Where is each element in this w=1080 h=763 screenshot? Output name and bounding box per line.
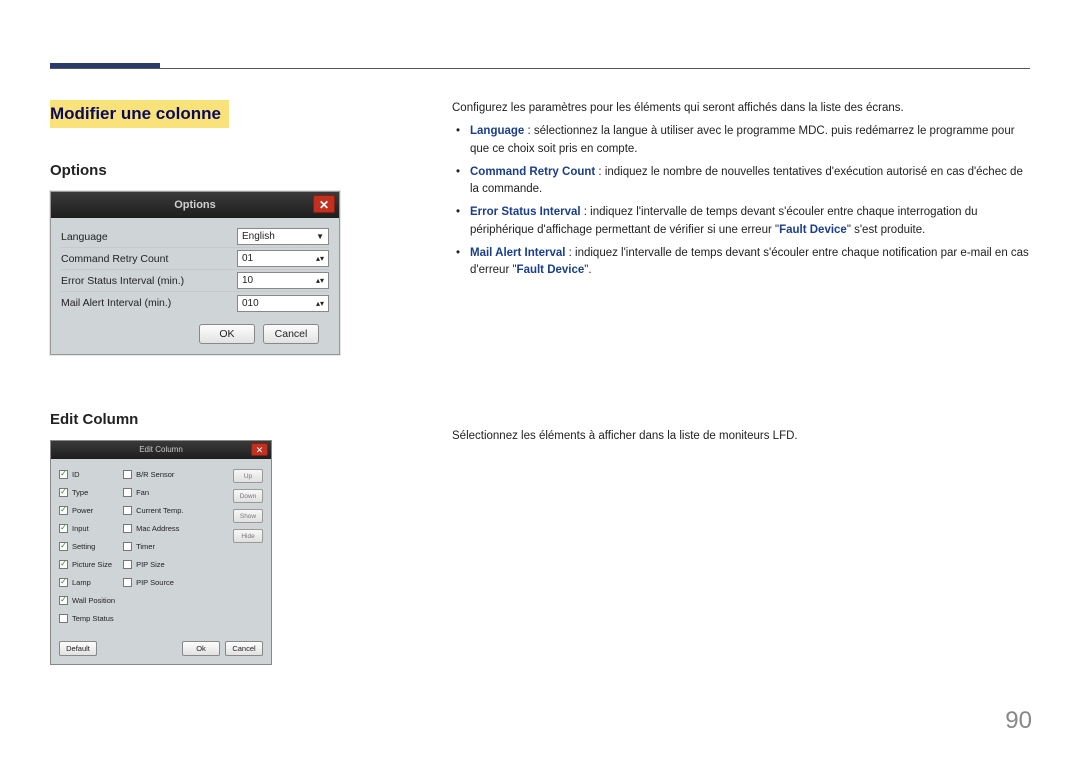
- cancel-button[interactable]: Cancel: [225, 641, 263, 656]
- page-number: 90: [1005, 707, 1032, 735]
- edit-column-titlebar: Edit Column ✕: [51, 441, 271, 459]
- language-label: Language: [61, 231, 108, 243]
- checkbox-item[interactable]: Fan: [123, 485, 183, 499]
- bullet-retry: Command Retry Count : indiquez le nombre…: [470, 164, 1030, 199]
- close-icon[interactable]: ✕: [251, 443, 268, 456]
- checkbox-item[interactable]: B/R Sensor: [123, 467, 183, 481]
- checkbox-icon: [123, 542, 132, 551]
- checkbox-icon: ✓: [59, 470, 68, 479]
- checkbox-icon: ✓: [59, 542, 68, 551]
- checkbox-label: Fan: [136, 488, 149, 497]
- checkbox-item[interactable]: ✓ Power: [59, 503, 115, 517]
- checkbox-column-2: B/R Sensor Fan Current Temp. Mac Address Tim…: [123, 467, 183, 625]
- stepper-icon: ▴▾: [316, 254, 324, 263]
- header-rule: [50, 68, 1030, 69]
- checkbox-icon: [123, 488, 132, 497]
- checkbox-icon: [123, 578, 132, 587]
- options-titlebar: Options ✕: [51, 192, 339, 218]
- checkbox-label: Timer: [136, 542, 155, 551]
- checkbox-item[interactable]: ✓ ID: [59, 467, 115, 481]
- checkbox-icon: ✓: [59, 524, 68, 533]
- checkbox-label: PIP Size: [136, 560, 165, 569]
- show-button[interactable]: Show: [233, 509, 263, 523]
- bullet-error-status: Error Status Interval : indiquez l'inter…: [470, 204, 1030, 239]
- chevron-down-icon: ▼: [316, 232, 324, 241]
- checkbox-label: Temp Status: [72, 614, 114, 623]
- checkbox-icon: [123, 506, 132, 515]
- checkbox-item[interactable]: Current Temp.: [123, 503, 183, 517]
- stepper-icon: ▴▾: [316, 276, 324, 285]
- checkbox-label: ID: [72, 470, 80, 479]
- bullet-language: Language : sélectionnez la langue à util…: [470, 123, 1030, 158]
- options-dialog: Options ✕ Language English ▼ Command Ret…: [50, 191, 340, 355]
- down-button[interactable]: Down: [233, 489, 263, 503]
- checkbox-icon: [123, 470, 132, 479]
- cancel-button[interactable]: Cancel: [263, 324, 319, 344]
- options-body: Language English ▼ Command Retry Count 0…: [51, 218, 339, 354]
- edit-column-body: ✓ ID ✓ Type ✓ Power ✓ Input ✓ Setting ✓ Picture Siz…: [51, 459, 271, 633]
- checkbox-item[interactable]: ✓ Type: [59, 485, 115, 499]
- checkbox-item[interactable]: ✓ Setting: [59, 539, 115, 553]
- retry-stepper[interactable]: 01 ▴▾: [237, 250, 329, 267]
- options-subheading: Options: [50, 162, 380, 179]
- highlighted-heading: Modifier une colonne: [50, 100, 229, 128]
- checkbox-item[interactable]: ✓ Picture Size: [59, 557, 115, 571]
- bullet-mail-alert: Mail Alert Interval : indiquez l'interva…: [470, 245, 1030, 280]
- checkbox-icon: ✓: [59, 578, 68, 587]
- checkbox-label: Current Temp.: [136, 506, 183, 515]
- default-button[interactable]: Default: [59, 641, 97, 656]
- checkbox-item[interactable]: ✓ Wall Position: [59, 593, 115, 607]
- checkbox-item[interactable]: Temp Status: [59, 611, 115, 625]
- right-column: Configurez les paramètres pour les éléme…: [452, 100, 1030, 285]
- checkbox-item[interactable]: ✓ Input: [59, 521, 115, 535]
- language-select[interactable]: English ▼: [237, 228, 329, 245]
- retry-label: Command Retry Count: [61, 253, 168, 265]
- ok-button[interactable]: OK: [199, 324, 255, 344]
- edit-column-dialog: Edit Column ✕ ✓ ID ✓ Type ✓ Power ✓ Input ✓ Setti…: [50, 440, 272, 665]
- checkbox-column-1: ✓ ID ✓ Type ✓ Power ✓ Input ✓ Setting ✓ Picture Siz…: [59, 467, 115, 625]
- checkbox-label: PIP Source: [136, 578, 174, 587]
- up-button[interactable]: Up: [233, 469, 263, 483]
- err-stepper[interactable]: 10 ▴▾: [237, 272, 329, 289]
- edit-column-dialog-title: Edit Column: [139, 445, 183, 454]
- checkbox-item[interactable]: PIP Source: [123, 575, 183, 589]
- checkbox-label: Setting: [72, 542, 95, 551]
- options-dialog-title: Options: [174, 199, 216, 211]
- checkbox-icon: [123, 560, 132, 569]
- checkbox-label: Mac Address: [136, 524, 179, 533]
- mail-label: Mail Alert Interval (min.): [61, 297, 171, 309]
- checkbox-label: Lamp: [72, 578, 91, 587]
- intro-text: Configurez les paramètres pour les éléme…: [452, 100, 1030, 117]
- checkbox-label: Picture Size: [72, 560, 112, 569]
- hide-button[interactable]: Hide: [233, 529, 263, 543]
- ok-button[interactable]: Ok: [182, 641, 220, 656]
- checkbox-item[interactable]: ✓ Lamp: [59, 575, 115, 589]
- checkbox-icon: ✓: [59, 560, 68, 569]
- edit-column-subheading: Edit Column: [50, 411, 380, 428]
- edit-column-desc: Sélectionnez les éléments à afficher dan…: [452, 430, 1030, 442]
- checkbox-label: Type: [72, 488, 88, 497]
- checkbox-label: Wall Position: [72, 596, 115, 605]
- side-buttons: Up Down Show Hide: [233, 469, 263, 543]
- checkbox-label: Power: [72, 506, 93, 515]
- checkbox-label: Input: [72, 524, 89, 533]
- err-label: Error Status Interval (min.): [61, 275, 184, 287]
- checkbox-icon: ✓: [59, 488, 68, 497]
- close-icon[interactable]: ✕: [313, 195, 335, 213]
- checkbox-icon: [123, 524, 132, 533]
- checkbox-label: B/R Sensor: [136, 470, 174, 479]
- checkbox-item[interactable]: PIP Size: [123, 557, 183, 571]
- checkbox-item[interactable]: Mac Address: [123, 521, 183, 535]
- mail-stepper[interactable]: 010 ▴▾: [237, 295, 329, 312]
- checkbox-item[interactable]: Timer: [123, 539, 183, 553]
- checkbox-icon: [59, 614, 68, 623]
- checkbox-icon: ✓: [59, 506, 68, 515]
- left-column: Modifier une colonne Options Options ✕ L…: [50, 100, 380, 665]
- checkbox-icon: ✓: [59, 596, 68, 605]
- stepper-icon: ▴▾: [316, 299, 324, 308]
